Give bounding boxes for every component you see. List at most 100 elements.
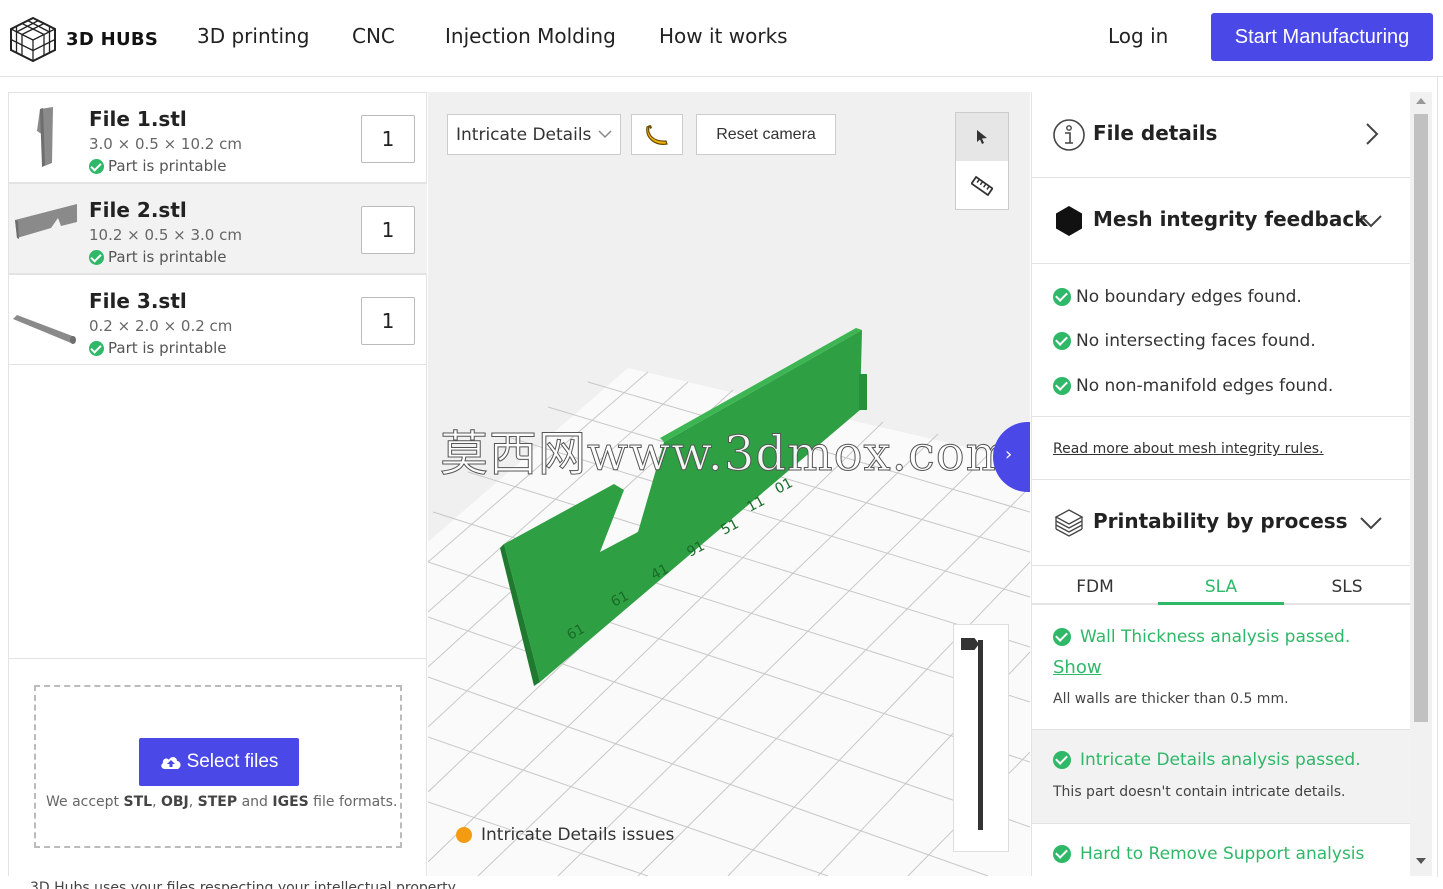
top-navigation: 3D HUBS 3D printing CNC Injection Moldin… <box>0 0 1443 77</box>
format-separator: , <box>152 794 161 810</box>
footer-note: 3D Hubs uses your files respecting your … <box>30 880 456 889</box>
mesh-integrity-title: Mesh integrity feedback <box>1093 207 1368 231</box>
analysis-title: Hard to Remove Support analysis <box>1053 844 1364 864</box>
mesh-integrity-header[interactable]: Mesh integrity feedback <box>1032 178 1410 264</box>
process-tabs: FDM SLA SLS <box>1032 567 1410 605</box>
accept-prefix: We accept <box>46 794 124 810</box>
nav-injection-molding[interactable]: Injection Molding <box>445 24 616 48</box>
tab-sls[interactable]: SLS <box>1284 567 1410 605</box>
slider-handle[interactable] <box>961 638 979 650</box>
mesh-item-text: No intersecting faces found. <box>1076 331 1316 351</box>
cursor-icon <box>977 130 987 144</box>
viewer-scene: 61 61 41 91 51 11 01 <box>428 328 1030 876</box>
chevron-right-icon: › <box>1005 444 1013 465</box>
analysis-support-removal: Hard to Remove Support analysis <box>1032 824 1410 876</box>
file-name: File 1.stl <box>89 107 187 131</box>
analysis-wall-thickness: Wall Thickness analysis passed. Show All… <box>1032 607 1410 730</box>
file-dropzone[interactable]: Select files We accept STL, OBJ, STEP an… <box>34 685 402 848</box>
analysis-description: All walls are thicker than 0.5 mm. <box>1053 691 1289 707</box>
file-3-thumbnail <box>13 315 76 344</box>
ruler-icon <box>971 175 993 197</box>
check-icon <box>1053 288 1071 306</box>
chevron-down-icon <box>598 130 612 139</box>
start-manufacturing-button[interactable]: Start Manufacturing <box>1211 13 1433 61</box>
reset-camera-button[interactable]: Reset camera <box>696 114 836 155</box>
format-separator: and <box>237 794 273 810</box>
chevron-down-icon <box>1360 517 1382 530</box>
watermark-text: 莫西网www.3dmox.com <box>439 426 1013 483</box>
accept-suffix: file formats. <box>308 794 398 810</box>
nav-cnc[interactable]: CNC <box>352 24 395 48</box>
select-tool-button[interactable] <box>956 113 1008 161</box>
file-row[interactable]: File 1.stl 3.0 × 0.5 × 10.2 cm Part is p… <box>9 92 427 183</box>
banana-scale-button[interactable] <box>631 114 683 155</box>
check-icon <box>89 340 104 356</box>
login-link[interactable]: Log in <box>1108 24 1168 48</box>
file-status: Part is printable <box>89 339 226 357</box>
nav-3d-printing[interactable]: 3D printing <box>197 24 309 48</box>
analysis-title: Wall Thickness analysis passed. <box>1053 627 1350 647</box>
check-icon <box>89 158 104 174</box>
hubs-logo-icon <box>10 16 56 62</box>
mesh-item-text: No non-manifold edges found. <box>1076 376 1334 396</box>
accepted-formats: We accept STL, OBJ, STEP and IGES file f… <box>46 794 397 810</box>
3d-viewer[interactable]: 61 61 41 91 51 11 01 莫西网www.3dmox.com In… <box>428 92 1030 876</box>
select-files-button[interactable]: Select files <box>139 738 299 786</box>
file-row[interactable]: File 3.stl 0.2 × 2.0 × 0.2 cm Part is pr… <box>9 274 427 365</box>
analysis-description: This part doesn't contain intricate deta… <box>1053 784 1346 800</box>
panel-scrollbar[interactable] <box>1410 92 1432 876</box>
mesh-integrity-list: No boundary edges found. No intersecting… <box>1032 265 1410 417</box>
file-status: Part is printable <box>89 248 226 266</box>
analysis-title: Intricate Details analysis passed. <box>1053 750 1361 770</box>
printability-header[interactable]: Printability by process <box>1032 480 1410 566</box>
quantity-input[interactable] <box>361 206 415 254</box>
tab-fdm[interactable]: FDM <box>1032 567 1158 605</box>
format-iges: IGES <box>272 794 309 810</box>
list-item: No non-manifold edges found. <box>1053 376 1333 396</box>
analysis-intricate-details: Intricate Details analysis passed. This … <box>1032 730 1410 824</box>
scroll-up-arrow[interactable] <box>1416 98 1426 104</box>
file-2-thumbnail <box>15 204 77 239</box>
file-name: File 3.stl <box>89 289 187 313</box>
brand-logo[interactable]: 3D HUBS <box>8 16 158 62</box>
quantity-input[interactable] <box>361 297 415 345</box>
scroll-down-arrow[interactable] <box>1416 858 1426 864</box>
legend-label: Intricate Details issues <box>481 825 675 845</box>
check-icon <box>1053 332 1071 350</box>
legend: Intricate Details issues <box>456 825 674 845</box>
quantity-input[interactable] <box>361 115 415 163</box>
tab-sla[interactable]: SLA <box>1158 567 1284 605</box>
measure-tool-button[interactable] <box>956 162 1008 210</box>
list-item: No intersecting faces found. <box>1053 331 1316 351</box>
mesh-rules-link[interactable]: Read more about mesh integrity rules. <box>1053 441 1324 457</box>
check-icon <box>1053 751 1071 769</box>
view-mode-value: Intricate Details <box>456 124 592 145</box>
file-status: Part is printable <box>89 157 226 175</box>
file-row[interactable]: File 2.stl 10.2 × 0.5 × 3.0 cm Part is p… <box>9 183 427 274</box>
file-details-header[interactable]: File details <box>1032 92 1410 178</box>
view-mode-select[interactable]: Intricate Details <box>447 114 621 155</box>
file-list-panel: File 1.stl 3.0 × 0.5 × 10.2 cm Part is p… <box>8 92 427 876</box>
layer-slider[interactable] <box>953 624 1009 852</box>
check-icon <box>1053 628 1071 646</box>
mesh-item-text: No boundary edges found. <box>1076 287 1302 307</box>
format-step: STEP <box>197 794 238 810</box>
slider-track <box>978 640 983 830</box>
viewer-side-tools <box>955 112 1009 210</box>
nav-how-it-works[interactable]: How it works <box>659 24 788 48</box>
brand-name: 3D HUBS <box>66 28 159 50</box>
file-details-title: File details <box>1093 121 1218 145</box>
format-stl: STL <box>123 794 153 810</box>
file-status-text: Part is printable <box>108 248 227 266</box>
file-name: File 2.stl <box>89 198 187 222</box>
format-obj: OBJ <box>160 794 189 810</box>
file-dimensions: 10.2 × 0.5 × 3.0 cm <box>89 226 242 244</box>
scroll-thumb[interactable] <box>1414 114 1428 722</box>
details-panel: File details Mesh integrity feedback No … <box>1031 92 1410 876</box>
show-link[interactable]: Show <box>1053 657 1102 678</box>
legend-dot <box>456 827 472 843</box>
list-item: No boundary edges found. <box>1053 287 1302 307</box>
model-tab <box>859 374 867 410</box>
check-icon <box>1053 377 1071 395</box>
file-dimensions: 3.0 × 0.5 × 10.2 cm <box>89 135 242 153</box>
